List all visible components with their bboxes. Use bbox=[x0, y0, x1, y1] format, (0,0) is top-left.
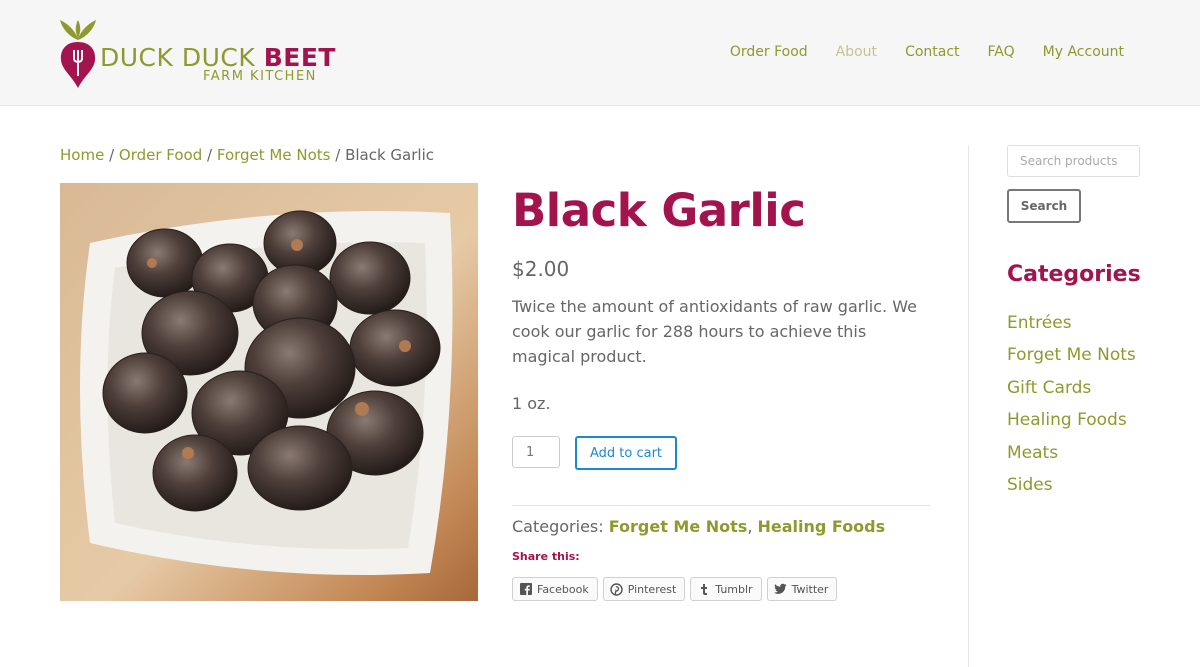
share-label: Share this: bbox=[512, 550, 580, 563]
product-price: $2.00 bbox=[512, 257, 570, 281]
share-twitter-label: Twitter bbox=[791, 582, 829, 596]
sidebar-category-forget-me-nots[interactable]: Forget Me Nots bbox=[1007, 342, 1136, 374]
nav-order-food[interactable]: Order Food bbox=[730, 44, 808, 60]
facebook-icon bbox=[519, 583, 532, 596]
nav-faq[interactable]: FAQ bbox=[988, 44, 1015, 60]
categories-label: Categories: bbox=[512, 517, 609, 536]
logo-tagline: FARM KITCHEN bbox=[203, 69, 317, 84]
sidebar-category-gift-cards[interactable]: Gift Cards bbox=[1007, 375, 1136, 407]
product-image[interactable] bbox=[60, 183, 478, 601]
nav-contact[interactable]: Contact bbox=[905, 44, 959, 60]
main-nav: Order Food About Contact FAQ My Account bbox=[730, 44, 1124, 60]
search-button[interactable]: Search bbox=[1007, 189, 1081, 223]
share-facebook-label: Facebook bbox=[537, 582, 589, 596]
share-tumblr-label: Tumblr bbox=[715, 582, 753, 596]
product-weight: 1 oz. bbox=[512, 394, 551, 413]
sidebar-category-entrees[interactable]: Entrées bbox=[1007, 310, 1136, 342]
nav-about[interactable]: About bbox=[836, 44, 877, 60]
product-categories: Categories: Forget Me Nots, Healing Food… bbox=[512, 517, 885, 536]
site-header: DUCK DUCK BEET FARM KITCHEN Order Food A… bbox=[0, 0, 1200, 106]
sidebar-category-healing-foods[interactable]: Healing Foods bbox=[1007, 407, 1136, 439]
sidebar-category-sides[interactable]: Sides bbox=[1007, 472, 1136, 504]
breadcrumb-home[interactable]: Home bbox=[60, 146, 104, 164]
breadcrumb-order-food[interactable]: Order Food bbox=[119, 146, 202, 164]
search-products-input[interactable] bbox=[1007, 145, 1140, 177]
breadcrumb: Home / Order Food / Forget Me Nots / Bla… bbox=[60, 146, 434, 164]
black-garlic-photo bbox=[60, 183, 478, 601]
beet-logo-icon bbox=[60, 20, 96, 88]
categories-list: Entrées Forget Me Nots Gift Cards Healin… bbox=[1007, 310, 1136, 504]
sidebar-category-meats[interactable]: Meats bbox=[1007, 440, 1136, 472]
category-link-healing-foods[interactable]: Healing Foods bbox=[757, 517, 885, 536]
add-to-cart-button[interactable]: Add to cart bbox=[575, 436, 677, 470]
categories-heading: Categories bbox=[1007, 262, 1141, 287]
share-facebook-button[interactable]: Facebook bbox=[512, 577, 598, 601]
category-link-forget-me-nots[interactable]: Forget Me Nots bbox=[609, 517, 748, 536]
site-logo[interactable]: DUCK DUCK BEET FARM KITCHEN bbox=[58, 16, 358, 90]
share-tumblr-button[interactable]: Tumblr bbox=[690, 577, 762, 601]
breadcrumb-separator: / bbox=[330, 146, 346, 164]
breadcrumb-separator: / bbox=[104, 146, 119, 164]
share-twitter-button[interactable]: Twitter bbox=[766, 577, 838, 601]
quantity-input[interactable] bbox=[512, 436, 560, 468]
pinterest-icon bbox=[609, 582, 623, 596]
share-buttons: Facebook Pinterest Tumblr Twitter bbox=[512, 577, 838, 601]
share-pinterest-label: Pinterest bbox=[627, 582, 677, 596]
share-pinterest-button[interactable]: Pinterest bbox=[602, 577, 686, 601]
product-description: Twice the amount of antioxidants of raw … bbox=[512, 297, 917, 366]
sidebar-divider bbox=[968, 145, 969, 667]
breadcrumb-forget-me-nots[interactable]: Forget Me Nots bbox=[217, 146, 331, 164]
tumblr-icon bbox=[697, 583, 710, 596]
nav-my-account[interactable]: My Account bbox=[1043, 44, 1124, 60]
twitter-icon bbox=[773, 583, 787, 596]
divider bbox=[512, 505, 930, 506]
breadcrumb-separator: / bbox=[202, 146, 217, 164]
categories-separator: , bbox=[747, 517, 758, 536]
breadcrumb-current: Black Garlic bbox=[345, 146, 434, 164]
product-title: Black Garlic bbox=[512, 184, 806, 237]
